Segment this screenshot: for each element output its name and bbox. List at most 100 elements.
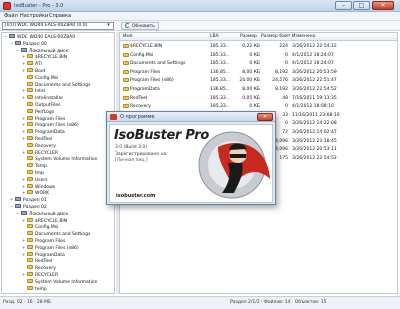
tree-item[interactable]: tmp [22, 170, 44, 176]
column-size[interactable]: Размер [240, 34, 257, 39]
tree-item[interactable]: Config.Msi [22, 224, 58, 230]
tree-item-label: Recovery [35, 143, 56, 149]
expander-icon[interactable]: + [22, 116, 26, 122]
expander-icon[interactable]: + [22, 238, 26, 244]
close-button[interactable]: ✕ [372, 1, 394, 10]
tree-item[interactable]: Documents and Settings [22, 81, 90, 88]
tree-item-label: System Volume Information [35, 157, 98, 163]
expander-icon[interactable]: − [16, 48, 20, 54]
tree-item[interactable]: Recovery [22, 142, 56, 149]
tree-item[interactable]: System Volume Information [22, 156, 97, 162]
tree-item[interactable]: temp [22, 285, 47, 292]
tree-item[interactable]: Recovery [22, 265, 56, 271]
folder-tree[interactable]: − WDC WD40 EALS-00Z8A0− Раздел 00− Локальны… [1, 32, 115, 294]
tree-item[interactable]: − Раздел 02 [10, 204, 47, 210]
website-link[interactable]: isobuster.com [116, 193, 155, 199]
table-row[interactable]: $RECYCLE.BIN 185.33... 0,22 КБ 224 3/26/2012… [120, 43, 397, 50]
expander-icon[interactable]: + [22, 184, 26, 190]
drive-select[interactable]: [0:0] WDC WD40 EALS-00Z8A0 (0.0) [2, 22, 114, 30]
menu-help[interactable]: Справка [49, 13, 71, 19]
column-modified[interactable]: Изменено [292, 34, 315, 39]
tree-item[interactable]: PerfLogs [22, 108, 54, 115]
cell-modified: 11/16/2011 23:08:10 [292, 112, 340, 118]
folder-icon [27, 217, 33, 222]
table-row[interactable]: RedTeel 185.33... 0,05 КБ 48 7/16/2011 19:13… [120, 95, 397, 102]
disk-icon [21, 210, 27, 215]
expander-icon[interactable]: + [22, 54, 26, 60]
tree-item[interactable]: + RedTeel [22, 136, 52, 142]
column-name[interactable]: Имя [123, 34, 132, 39]
tree-item-label: Config.Msi [35, 75, 59, 81]
tree-item[interactable]: Temp [22, 163, 47, 169]
menu-file[interactable]: Файл [4, 13, 18, 19]
tree-item[interactable]: + WORK [22, 190, 49, 196]
expander-icon[interactable]: + [22, 136, 26, 142]
tree-item[interactable]: Config.Msi [22, 74, 59, 81]
tree-item[interactable]: − WDC WD40 EALS-00Z8A0 [4, 34, 75, 40]
expander-icon[interactable]: + [22, 88, 26, 94]
dialog-title-bar[interactable]: О программе ✕ [107, 112, 275, 122]
expander-icon[interactable]: + [22, 218, 26, 224]
tree-item[interactable]: + RECYCLER [22, 272, 58, 278]
chevron-down-icon[interactable]: ▾ [105, 22, 112, 28]
tree-item[interactable]: + ATI [22, 61, 42, 67]
expander-icon[interactable]: + [22, 190, 26, 196]
tree-item[interactable]: + RECYCLER [22, 149, 58, 156]
table-row[interactable]: ProgramData 136.85... 8,00 КБ 8,192 3/26/201… [120, 86, 397, 93]
expander-icon[interactable]: − [10, 204, 14, 210]
table-row[interactable]: Program Files (x86) 185.33... 24.00 КБ 24,5… [120, 77, 397, 84]
expander-icon[interactable]: + [22, 177, 26, 183]
dialog-close-button[interactable]: ✕ [257, 113, 273, 121]
tree-item[interactable]: OutputFiles [22, 102, 61, 108]
expander-icon[interactable]: + [22, 61, 26, 67]
refresh-button[interactable]: Обновить [121, 22, 159, 30]
expander-icon[interactable]: + [22, 95, 26, 101]
tree-item[interactable]: + ProgramData [22, 129, 65, 135]
expander-icon[interactable]: + [22, 252, 26, 258]
tree-item-label: Локальный диск [29, 211, 69, 217]
tree-item[interactable]: + Intelinstallar [22, 95, 63, 101]
expander-icon[interactable]: + [10, 197, 14, 203]
column-size-bytes[interactable]: Размер байт [261, 34, 290, 39]
expander-icon[interactable]: − [16, 211, 20, 217]
cell-modified: 3/26/2012 22:51:47 [292, 78, 337, 84]
cell-size: 0 КБ [249, 61, 260, 67]
tree-item[interactable]: + Boot [22, 68, 45, 74]
table-row[interactable]: Recovery 185.33... 0 КБ 0 4/1/2012 18:08:10 [120, 103, 397, 110]
tree-item[interactable]: + Program Files [22, 115, 65, 122]
table-row[interactable]: Documents and Settings 185.33... 0 КБ 0 4/1/… [120, 60, 397, 67]
expander-icon[interactable]: + [22, 272, 26, 278]
expander-icon[interactable]: − [4, 34, 8, 40]
tree-item[interactable]: + $RECYCLE.BIN [22, 217, 67, 224]
table-row[interactable]: Config.Msi 185.33... 0 КБ 0 4/1/2012 18:24:0… [120, 52, 397, 59]
tree-item[interactable]: System Volume Information [22, 278, 97, 285]
column-lba[interactable]: LBA [210, 34, 219, 39]
tree-item[interactable]: + ProgramData [22, 251, 65, 258]
expander-icon[interactable]: + [22, 122, 26, 128]
tree-item[interactable]: + Program Files (x86) [22, 122, 79, 128]
tree-item[interactable]: + Раздел 01 [10, 197, 47, 203]
cell-size: 0,05 КБ [242, 95, 260, 101]
expander-icon[interactable]: + [22, 68, 26, 74]
table-row[interactable]: Program Files 136.85... 8,00 КБ 8,192 3/26/2… [120, 69, 397, 76]
tree-item[interactable]: + $RECYCLE.BIN [22, 54, 67, 60]
tree-item[interactable]: + Users [22, 176, 48, 183]
minimize-button[interactable]: – [335, 1, 352, 10]
tree-item[interactable]: + Intel [22, 88, 45, 94]
menu-settings[interactable]: Настройки [20, 13, 48, 19]
expander-icon[interactable]: + [22, 245, 26, 251]
tree-item[interactable]: Documents and Settings [22, 231, 90, 237]
tree-item[interactable]: RedTeel [22, 258, 52, 264]
tree-item[interactable]: − Локальный диск [16, 47, 68, 54]
tree-item[interactable]: − Локальный диск [16, 210, 69, 217]
tree-item[interactable]: + Program Files [22, 238, 65, 244]
expander-icon[interactable]: − [10, 41, 14, 47]
maximize-button[interactable]: □ [353, 1, 370, 10]
folder-icon [27, 176, 33, 181]
folder-icon [123, 104, 129, 109]
expander-icon[interactable]: + [22, 150, 26, 156]
tree-item[interactable]: + Program Files (x86) [22, 244, 79, 251]
tree-item[interactable]: + Windows [22, 183, 55, 190]
expander-icon[interactable]: + [22, 129, 26, 135]
tree-item[interactable]: − Раздел 00 [10, 40, 47, 47]
